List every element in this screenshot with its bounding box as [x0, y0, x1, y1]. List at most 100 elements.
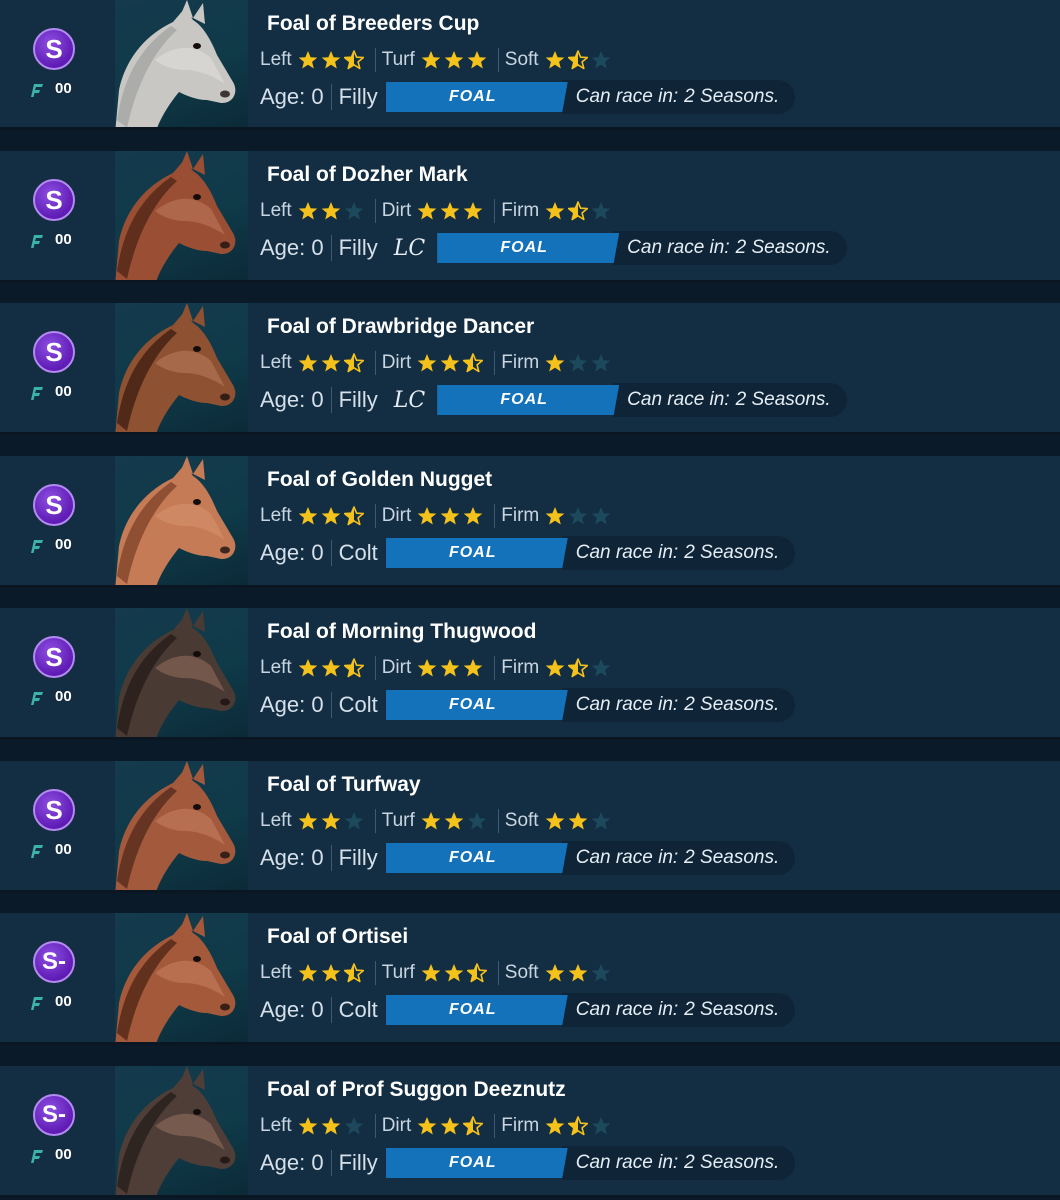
- star-empty-icon: [568, 354, 588, 372]
- horse-portrait: [115, 1066, 248, 1195]
- sex-text: Filly: [338, 84, 378, 109]
- trait-label: Left: [260, 810, 292, 831]
- badge-count: 00: [55, 383, 72, 400]
- race-label: Can race in:: [575, 542, 679, 563]
- star-half-icon: [466, 963, 487, 983]
- star-full-icon: [463, 202, 483, 220]
- horse-portrait-image: [115, 761, 236, 890]
- horse-card[interactable]: S 00 Foal of Golden Nugget Left Dirt Firm Age:…: [0, 456, 1060, 588]
- grade-badge: S: [33, 636, 75, 678]
- horse-portrait-image: [115, 1066, 236, 1195]
- divider: [494, 504, 496, 528]
- trait-label: Dirt: [381, 352, 412, 373]
- trait-firm: Firm: [501, 656, 614, 680]
- horse-card[interactable]: S 00 Foal of Morning Thugwood Left Dirt Firm A…: [0, 608, 1060, 740]
- star-half-icon: [568, 658, 589, 678]
- horse-list: S 00 Foal of Breeders Cup Left Turf Soft Age: …: [0, 0, 1060, 1200]
- divider: [330, 387, 332, 413]
- divider: [494, 199, 496, 223]
- horse-card[interactable]: S 00 Foal of Drawbridge Dancer Left Dirt Firm…: [0, 303, 1060, 435]
- trait-firm: Firm: [501, 1114, 614, 1138]
- flag-icon: [31, 84, 43, 97]
- star-half-icon: [463, 1116, 484, 1136]
- trait-label: Firm: [501, 505, 540, 526]
- star-half-icon: [343, 658, 364, 678]
- trait-label: Left: [260, 49, 292, 70]
- sex-text: Filly: [338, 235, 378, 260]
- star-empty-icon: [344, 812, 364, 830]
- divider: [374, 199, 376, 223]
- star-full-icon: [440, 1117, 460, 1135]
- divider: [374, 1114, 376, 1138]
- badge-count: 00: [55, 536, 72, 553]
- star-half-icon: [567, 50, 588, 70]
- horse-portrait: [115, 761, 248, 890]
- horse-card[interactable]: S- 00 Foal of Prof Suggon Deeznutz Left Dirt…: [0, 1066, 1060, 1198]
- info-line: Age: 0 Filly FOAL Can race in: 2 Seasons.: [260, 841, 796, 875]
- star-full-icon: [321, 354, 341, 372]
- divider: [330, 692, 332, 718]
- badge-count: 00: [55, 841, 72, 858]
- trait-label: Soft: [504, 49, 539, 70]
- race-label: Can race in:: [575, 1152, 679, 1173]
- star-empty-icon: [344, 202, 364, 220]
- divider: [330, 84, 332, 110]
- trait-left: Left: [260, 351, 367, 375]
- grade-badge: S: [33, 28, 75, 70]
- divider: [374, 48, 376, 72]
- star-full-icon: [545, 51, 564, 69]
- horse-card[interactable]: S 00 Foal of Dozher Mark Left Dirt Firm Age: 0…: [0, 151, 1060, 283]
- horse-portrait-image: [115, 913, 236, 1042]
- star-full-icon: [545, 354, 565, 372]
- horse-name: Foal of Golden Nugget: [267, 468, 493, 491]
- star-full-icon: [298, 354, 318, 372]
- race-label: Can race in:: [575, 694, 679, 715]
- trait-label: Left: [260, 505, 292, 526]
- horse-portrait-image: [115, 303, 236, 432]
- age-text: Age: 0: [260, 84, 324, 109]
- race-value: 2 Seasons.: [684, 999, 780, 1020]
- badge-count: 00: [55, 1146, 72, 1163]
- race-value: 2 Seasons.: [684, 542, 780, 563]
- horse-name: Foal of Breeders Cup: [267, 12, 480, 35]
- star-full-icon: [421, 51, 441, 69]
- lc-mark-icon: LC: [393, 235, 426, 261]
- horse-portrait-image: [115, 0, 236, 127]
- star-full-icon: [545, 507, 565, 525]
- info-line: Age: 0 Colt FOAL Can race in: 2 Seasons.: [260, 993, 796, 1027]
- star-full-icon: [321, 507, 341, 525]
- sex-text: Colt: [338, 540, 378, 565]
- star-full-icon: [463, 507, 483, 525]
- star-empty-icon: [591, 812, 610, 830]
- star-full-icon: [417, 659, 437, 677]
- star-empty-icon: [467, 812, 487, 830]
- horse-card[interactable]: S- 00 Foal of Ortisei Left Turf Soft Age: 0 Col…: [0, 913, 1060, 1045]
- race-label: Can race in:: [627, 389, 730, 410]
- lc-mark-icon: LC: [393, 387, 426, 413]
- star-half-icon: [343, 506, 364, 526]
- flag-icon: [31, 1150, 43, 1163]
- trait-ratings: Left Dirt Firm: [260, 1114, 614, 1138]
- status-tag: FOAL: [385, 995, 568, 1025]
- trait-left: Left: [260, 48, 367, 72]
- trait-soft: Soft: [505, 961, 614, 985]
- star-full-icon: [321, 812, 341, 830]
- star-half-icon: [343, 353, 364, 373]
- status-tag: FOAL: [385, 538, 568, 568]
- horse-portrait: [115, 0, 248, 127]
- horse-name: Foal of Turfway: [267, 773, 421, 796]
- horse-card[interactable]: S 00 Foal of Turfway Left Turf Soft Age: 0 Fill…: [0, 761, 1060, 893]
- divider: [330, 540, 332, 566]
- horse-portrait: [115, 151, 248, 280]
- horse-card[interactable]: S 00 Foal of Breeders Cup Left Turf Soft Age: …: [0, 0, 1060, 130]
- race-label: Can race in:: [627, 237, 730, 258]
- divider: [497, 48, 499, 72]
- horse-portrait: [115, 456, 248, 585]
- badge-count: 00: [55, 80, 72, 97]
- trait-soft: Soft: [505, 809, 614, 833]
- star-empty-icon: [591, 354, 611, 372]
- horse-portrait-image: [115, 151, 236, 280]
- horse-portrait-image: [115, 608, 236, 737]
- star-full-icon: [440, 354, 460, 372]
- horse-portrait: [115, 608, 248, 737]
